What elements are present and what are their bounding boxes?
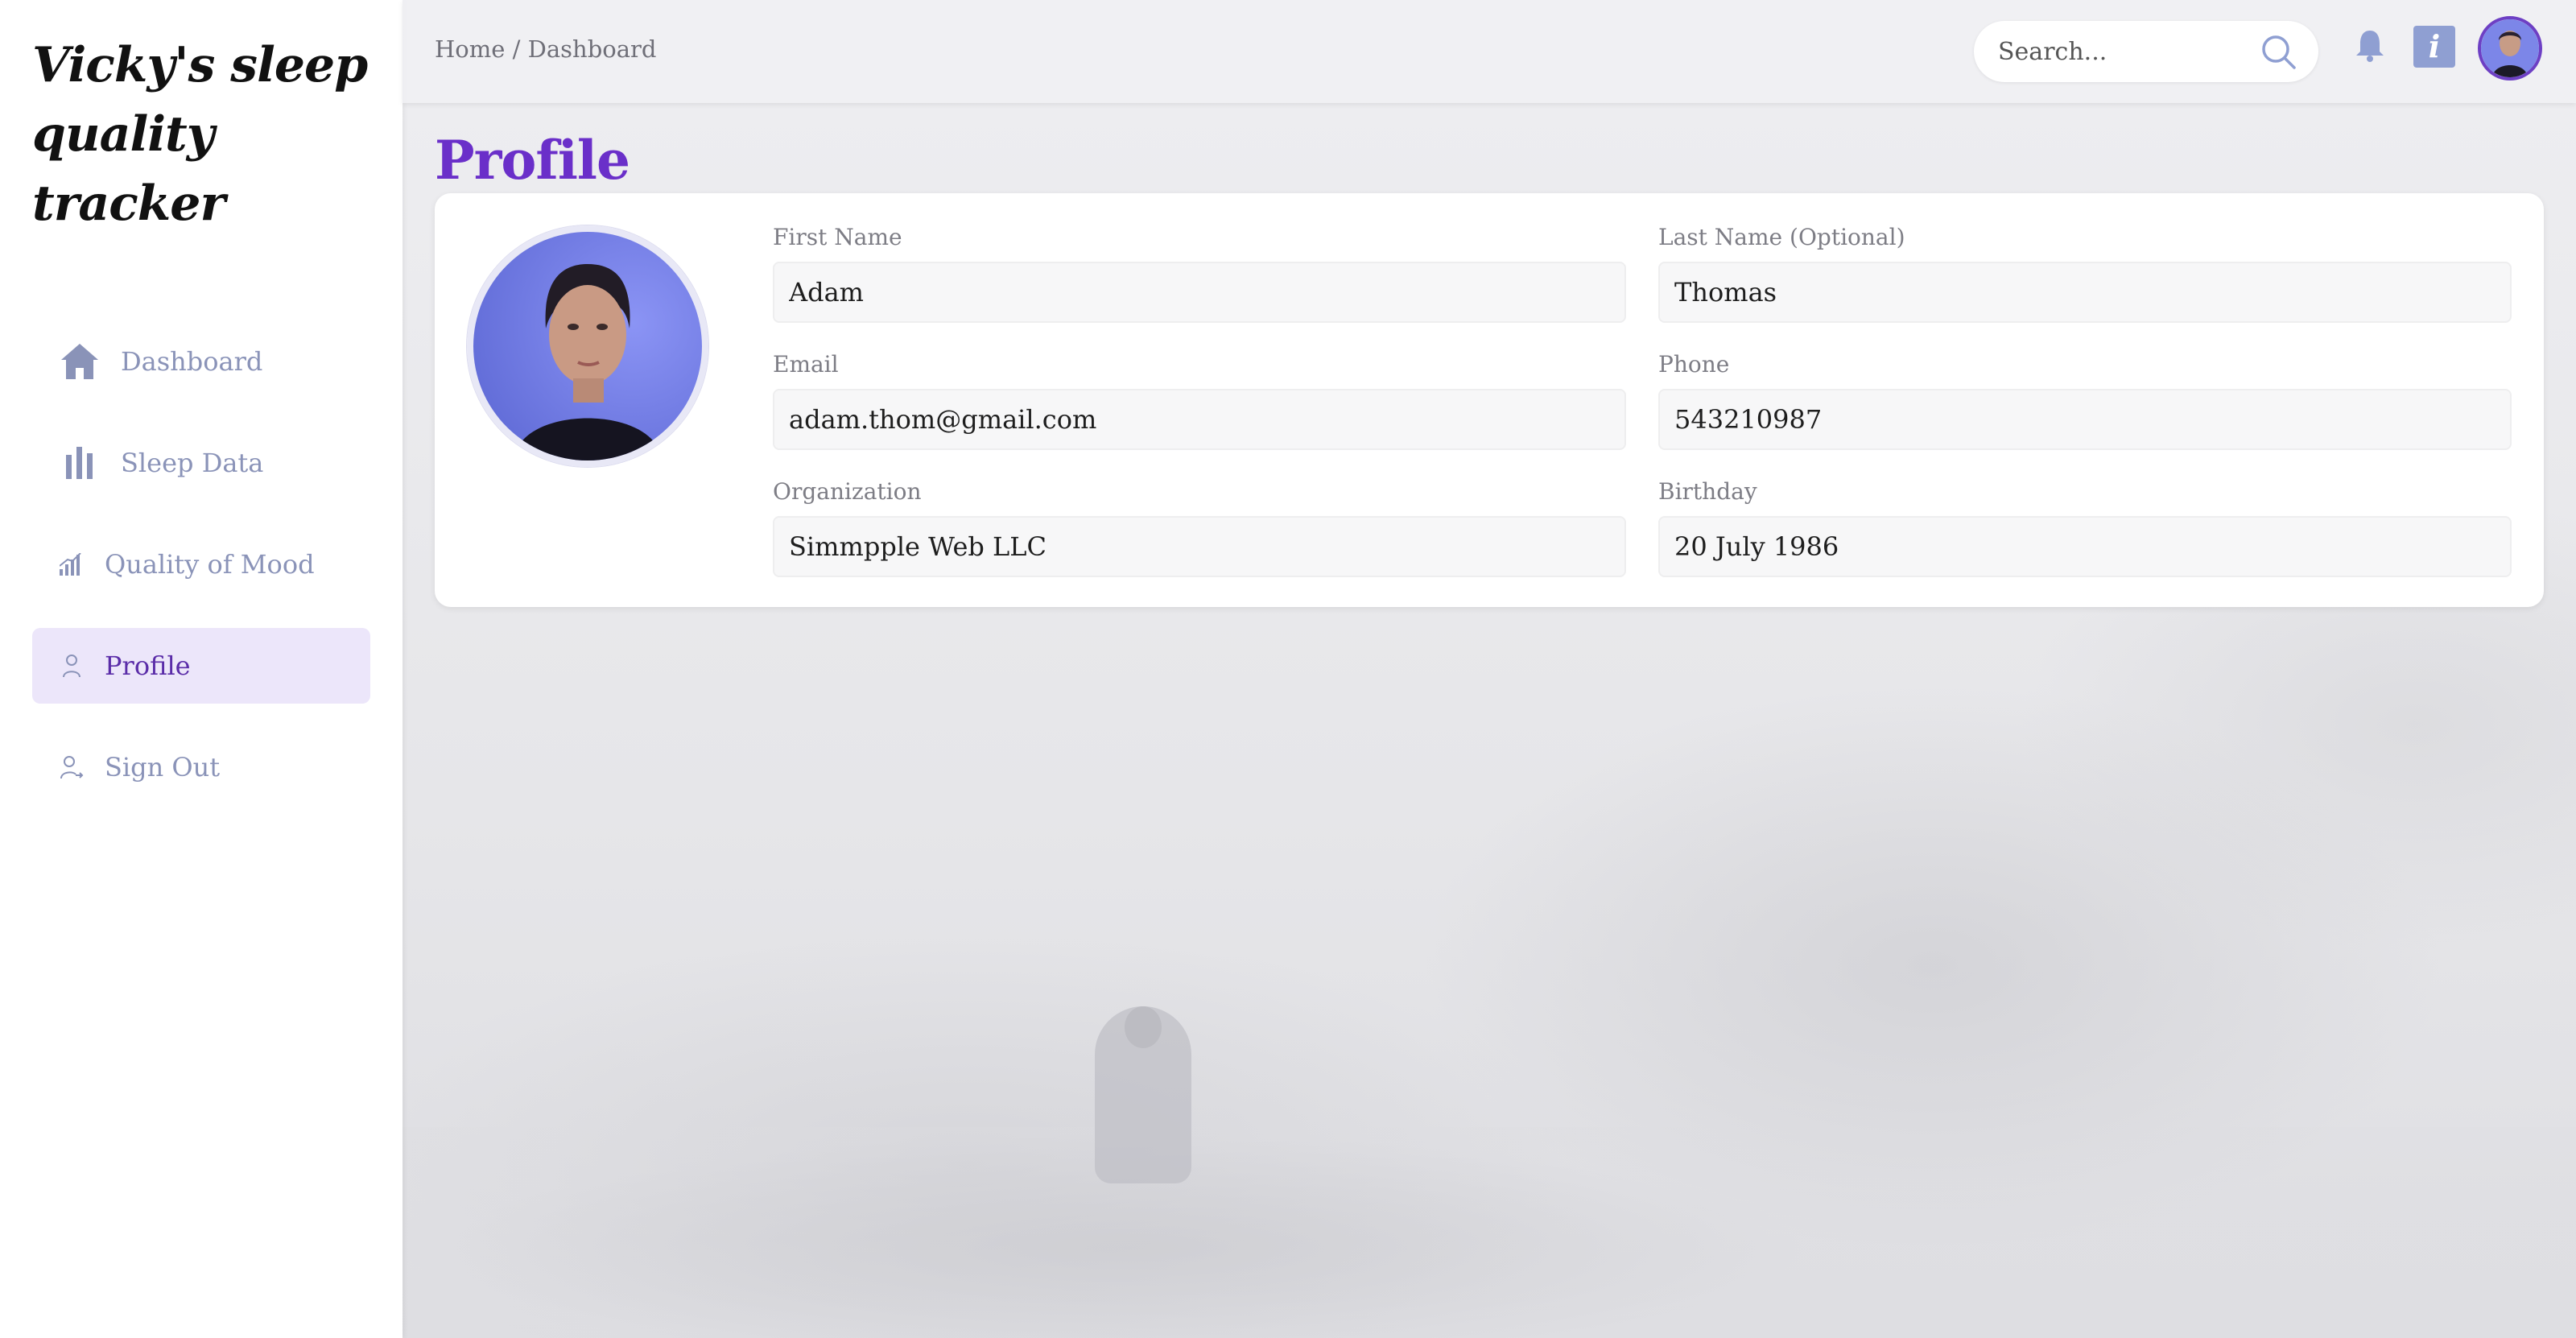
last-name-label: Last Name (Optional) [1658, 224, 1905, 250]
email-field[interactable] [773, 389, 1626, 450]
first-name-label: First Name [773, 224, 902, 250]
bar-chart-icon [56, 447, 103, 479]
organization-field-group: Organization [773, 478, 1626, 577]
sidebar-item-label: Profile [105, 650, 191, 681]
bell-icon[interactable] [2354, 27, 2386, 66]
first-name-field[interactable] [773, 262, 1626, 323]
search-box [1974, 21, 2318, 82]
search-input[interactable] [1998, 32, 2256, 71]
background-figure-head [1125, 1006, 1162, 1048]
email-label: Email [773, 351, 839, 378]
home-icon [56, 342, 103, 381]
app-title: Vicky's sleep quality tracker [32, 37, 368, 232]
sidebar-item-sleep-data[interactable]: Sleep Data [32, 425, 370, 501]
signal-chart-icon [56, 553, 87, 576]
sidebar-item-sign-out[interactable]: Sign Out [32, 729, 370, 805]
phone-field[interactable] [1658, 389, 2512, 450]
user-logout-icon [56, 755, 87, 779]
birthday-label: Birthday [1658, 478, 1757, 505]
last-name-field[interactable] [1658, 262, 2512, 323]
user-icon [56, 654, 87, 678]
page-title: Profile [435, 129, 630, 192]
profile-card: First Name Last Name (Optional) Email Ph… [435, 193, 2544, 607]
phone-field-group: Phone [1658, 351, 2512, 450]
breadcrumb: Home / Dashboard [435, 35, 657, 63]
sidebar-item-label: Quality of Mood [105, 549, 315, 580]
birthday-field-group: Birthday [1658, 478, 2512, 577]
sidebar: Vicky's sleep quality tracker Dashboard … [0, 0, 402, 1338]
first-name-field-group: First Name [773, 224, 1626, 323]
sidebar-item-profile[interactable]: Profile [32, 628, 370, 704]
background-hill [402, 1127, 2576, 1338]
sidebar-item-label: Sleep Data [121, 448, 264, 478]
sidebar-item-label: Dashboard [121, 346, 263, 377]
avatar[interactable] [2478, 16, 2542, 81]
sidebar-nav: Dashboard Sleep Data Quality of Mood Pro… [32, 324, 370, 831]
birthday-field[interactable] [1658, 516, 2512, 577]
sidebar-item-label: Sign Out [105, 752, 221, 783]
sidebar-item-quality-of-mood[interactable]: Quality of Mood [32, 527, 370, 602]
phone-label: Phone [1658, 351, 1730, 378]
last-name-field-group: Last Name (Optional) [1658, 224, 2512, 323]
top-bar: Home / Dashboard i [402, 0, 2576, 103]
organization-label: Organization [773, 478, 922, 505]
organization-field[interactable] [773, 516, 1626, 577]
sidebar-item-dashboard[interactable]: Dashboard [32, 324, 370, 399]
profile-photo [467, 225, 708, 467]
email-field-group: Email [773, 351, 1626, 450]
search-icon[interactable] [2260, 34, 2297, 74]
info-icon[interactable]: i [2413, 26, 2455, 68]
